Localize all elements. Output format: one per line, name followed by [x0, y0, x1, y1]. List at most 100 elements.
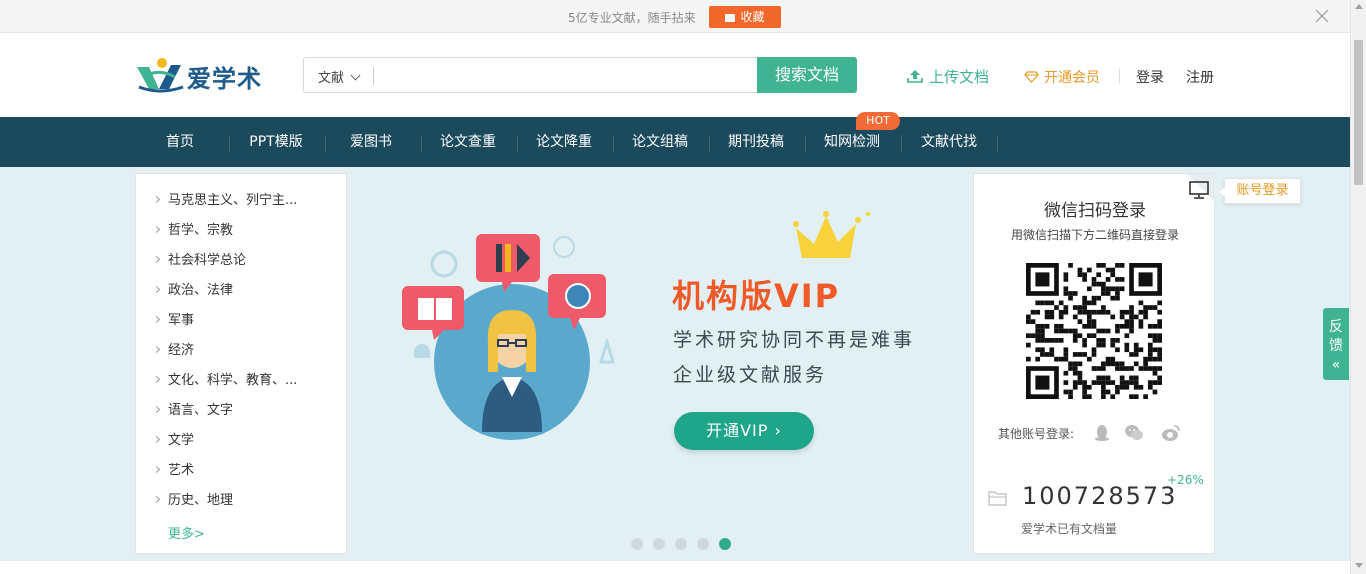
chevron-right-icon — [152, 465, 161, 474]
chevron-right-icon — [152, 435, 161, 444]
carousel-dot[interactable] — [653, 538, 665, 550]
category-label: 语言、文字 — [168, 403, 234, 418]
nav-divider — [997, 135, 998, 151]
category-item[interactable]: 哲学、宗教 — [152, 216, 234, 246]
page-bottom-edge — [0, 560, 1350, 574]
category-item[interactable]: 社会科学总论 — [152, 246, 246, 276]
open-vip-button[interactable]: 开通VIP › — [674, 412, 814, 450]
folder-icon — [988, 491, 1007, 506]
upload-icon — [907, 70, 923, 83]
scroll-thumb[interactable] — [1354, 40, 1363, 185]
close-icon[interactable] — [1314, 8, 1330, 24]
qr-code — [1026, 263, 1162, 399]
carousel-dot[interactable] — [675, 538, 687, 550]
collapse-icon: « — [1331, 357, 1341, 373]
register-link[interactable]: 注册 — [1186, 67, 1214, 87]
nav-divider — [901, 135, 902, 151]
more-categories-link[interactable]: 更多> — [168, 523, 205, 542]
feedback-label-2: 馈 — [1329, 338, 1343, 354]
search-button[interactable]: 搜索文档 — [757, 57, 857, 93]
nav-item-books[interactable]: 爱图书 — [336, 117, 406, 167]
nav-divider — [709, 135, 710, 151]
vip-link[interactable]: 开通会员 — [1024, 67, 1100, 87]
carousel-dot[interactable] — [697, 538, 709, 550]
nav-item-compose[interactable]: 论文组稿 — [622, 117, 698, 167]
account-login-button[interactable]: 账号登录 — [1219, 178, 1301, 204]
doc-count-label: 爱学术已有文档量 — [1021, 522, 1118, 536]
chevron-right-icon — [152, 195, 161, 204]
hot-badge: HOT — [856, 112, 900, 130]
scroll-up-arrow-icon[interactable] — [1355, 4, 1363, 9]
other-login-label: 其他账号登录: — [998, 427, 1075, 441]
scholar-illustration — [402, 234, 616, 440]
crown-icon — [793, 211, 870, 258]
chevron-right-icon — [152, 285, 161, 294]
upload-link[interactable]: 上传文档 — [907, 66, 989, 87]
category-item[interactable]: 文化、科学、教育、... — [152, 366, 297, 396]
search-input[interactable] — [380, 62, 750, 90]
monitor-icon[interactable] — [1189, 181, 1209, 199]
chevron-right-icon — [152, 315, 161, 324]
category-item[interactable]: 经济 — [152, 336, 195, 366]
category-item[interactable]: 马克思主义、列宁主... — [152, 186, 297, 216]
favorite-button[interactable]: 收藏 — [709, 6, 781, 28]
banner-line-2: 企业级文献服务 — [673, 364, 828, 386]
category-item[interactable]: 文学 — [152, 426, 195, 456]
chevron-right-icon — [152, 495, 161, 504]
nav-item-check[interactable]: 论文查重 — [430, 117, 506, 167]
nav-divider — [613, 135, 614, 151]
category-label: 军事 — [168, 313, 195, 328]
category-label: 文学 — [168, 433, 195, 448]
notice-text: 5亿专业文献，随手拈来 — [568, 11, 696, 25]
nav-item-find[interactable]: 文献代找 — [910, 117, 988, 167]
chevron-right-icon — [152, 255, 161, 264]
upload-label: 上传文档 — [929, 68, 990, 86]
feedback-label-1: 反 — [1329, 319, 1343, 335]
login-link[interactable]: 登录 — [1136, 67, 1164, 87]
chevron-right-icon — [152, 345, 161, 354]
promo-banner[interactable]: 机构版VIP 学术研究协同不再是难事 企业级文献服务 开通VIP › — [347, 167, 973, 560]
nav-item-reduce[interactable]: 论文降重 — [526, 117, 602, 167]
category-item[interactable]: 语言、文字 — [152, 396, 234, 426]
category-label: 哲学、宗教 — [168, 223, 234, 238]
category-item[interactable]: 历史、地理 — [152, 486, 234, 516]
logo-text: 爱学术 — [187, 65, 262, 93]
category-label: 艺术 — [168, 463, 195, 478]
nav-item-journal[interactable]: 期刊投稿 — [718, 117, 794, 167]
category-item[interactable]: 军事 — [152, 306, 195, 336]
scroll-down-arrow-icon[interactable] — [1355, 563, 1363, 568]
vertical-scrollbar[interactable] — [1350, 0, 1366, 574]
wechat-icon[interactable] — [1124, 423, 1144, 443]
favorite-label: 收藏 — [740, 10, 765, 24]
carousel-dot[interactable] — [631, 538, 643, 550]
nav-divider — [421, 135, 422, 151]
chevron-right-icon — [152, 225, 161, 234]
login-panel: 微信扫码登录 用微信扫描下方二维码直接登录 其他账号登录: 100728573 … — [973, 173, 1215, 554]
growth-rate: +26% — [1167, 473, 1204, 487]
qr-title: 微信扫码登录 — [1044, 201, 1146, 221]
category-item[interactable]: 政治、法律 — [152, 276, 233, 306]
chevron-right-icon — [152, 405, 161, 414]
nav-divider — [805, 135, 806, 151]
logo-mark-icon — [137, 58, 184, 93]
banner-title: 机构版VIP — [672, 277, 841, 315]
category-label: 历史、地理 — [168, 493, 234, 508]
category-panel: 马克思主义、列宁主... 哲学、宗教 社会科学总论 政治、法律 军事 经济 文化… — [135, 173, 347, 554]
vip-label: 开通会员 — [1044, 70, 1100, 86]
nav-divider — [517, 135, 518, 151]
logo[interactable]: 爱学术 — [135, 55, 280, 95]
weibo-icon[interactable] — [1161, 423, 1181, 443]
qq-icon[interactable] — [1092, 423, 1112, 443]
nav-item-home[interactable]: 首页 — [150, 117, 210, 167]
carousel-dot-active[interactable] — [719, 538, 731, 550]
nav-item-ppt[interactable]: PPT模版 — [236, 117, 316, 167]
header-divider — [1119, 69, 1120, 83]
diamond-icon — [1024, 71, 1039, 83]
category-item[interactable]: 艺术 — [152, 456, 195, 486]
search-type-select[interactable]: 文献 — [318, 67, 361, 86]
main-nav: 首页 PPT模版 爱图书 论文查重 论文降重 论文组稿 期刊投稿 知网检测 文献… — [0, 117, 1350, 167]
chevron-down-icon — [350, 70, 361, 81]
search-type-label: 文献 — [318, 71, 345, 86]
category-label: 经济 — [168, 343, 195, 358]
feedback-tab[interactable]: 反 馈 « — [1323, 308, 1349, 380]
